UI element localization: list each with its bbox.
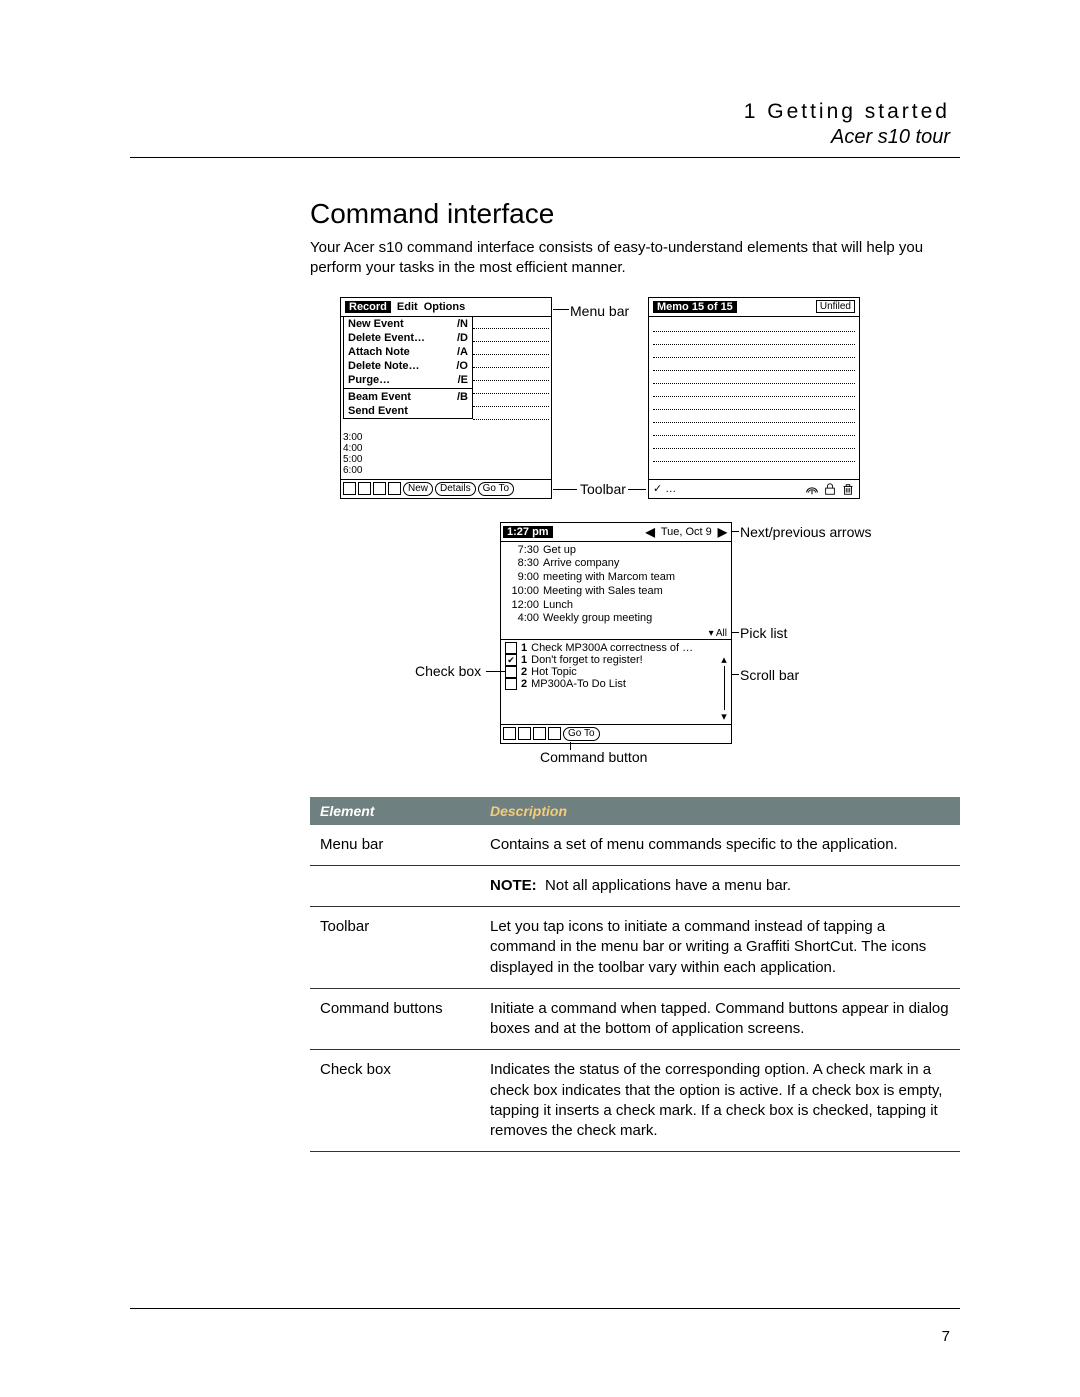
label-toolbar: Toolbar [580,481,626,497]
menu-item-purge[interactable]: Purge…/E [344,373,472,387]
clock-display: 1:27 pm [503,526,553,538]
menu-item-beam-event[interactable]: Beam Event/B [344,390,472,404]
note-label: NOTE: [490,877,537,894]
menu-item-delete-note[interactable]: Delete Note…/O [344,359,472,373]
datebook-toolbar: New Details Go To [341,479,551,498]
datebook-screenshot: Record Edit Options New Event/N Delete E… [340,297,552,499]
element-description-table: Element Description Menu bar Contains a … [310,797,960,1153]
page-header: 1 Getting started Acer s10 tour [130,100,950,149]
record-menu-dropdown: New Event/N Delete Event…/D Attach Note/… [343,316,473,419]
menu-item-send-event[interactable]: Send Event [344,404,472,418]
check-box[interactable] [505,666,517,678]
section-intro: Your Acer s10 command interface consists… [310,238,960,279]
manual-page: 1 Getting started Acer s10 tour Command … [0,0,1080,1397]
memo-screenshot: Memo 15 of 15 Unfiled ✓ … [648,297,860,499]
day-slots [473,316,549,420]
prev-arrow[interactable]: ◀ [644,525,657,539]
memo-body[interactable] [649,317,859,464]
agenda-list: 7:30Get up 8:30Arrive company 9:00meetin… [501,542,731,629]
pick-list[interactable]: ▾ All [501,628,731,639]
check-box[interactable] [505,642,517,654]
table-note-row: NOTE: Not all applications have a menu b… [310,865,960,906]
header-rule [130,157,960,158]
table-row: Menu bar Contains a set of menu commands… [310,825,960,866]
todo-item[interactable]: 2MP300A-To Do List [505,678,727,690]
label-scroll-bar: Scroll bar [740,667,799,683]
todo-item[interactable]: 1Check MP300A correctness of … [505,642,727,654]
label-check-box: Check box [415,663,481,679]
label-menu-bar: Menu bar [570,303,629,319]
menu-options[interactable]: Options [424,301,466,313]
col-element: Element [310,797,480,825]
page-number: 7 [942,1328,950,1345]
lock-icon[interactable] [823,482,837,496]
view-icon[interactable] [358,482,371,495]
memo-title: Memo 15 of 15 [653,301,737,313]
agenda-toolbar: Go To [501,724,731,743]
view-icon[interactable] [533,727,546,740]
scroll-up-icon[interactable]: ▴ [721,653,727,666]
scroll-track [724,666,725,710]
menu-bar[interactable]: Record Edit Options [341,298,551,317]
menu-edit[interactable]: Edit [397,301,418,313]
todo-item[interactable]: ✔1Don't forget to register! [505,654,727,666]
check-box[interactable]: ✔ [505,654,517,666]
chapter-subtitle: Acer s10 tour [130,126,950,149]
view-icon[interactable] [373,482,386,495]
view-icon[interactable] [548,727,561,740]
view-icon[interactable] [518,727,531,740]
goto-button[interactable]: Go To [563,727,600,741]
check-box[interactable] [505,678,517,690]
screenshots-area: Record Edit Options New Event/N Delete E… [310,297,960,787]
view-icon[interactable] [388,482,401,495]
goto-button[interactable]: Go To [478,482,515,496]
date-display: Tue, Oct 9 [661,526,712,538]
todo-item[interactable]: 2Hot Topic [505,666,727,678]
time-column: 3:00 4:00 5:00 6:00 [343,432,362,476]
footer-rule [130,1308,960,1309]
menu-item-new-event[interactable]: New Event/N [344,317,472,331]
view-icon[interactable] [503,727,516,740]
new-button[interactable]: New [403,482,433,496]
agenda-titlebar: 1:27 pm ◀ Tue, Oct 9 ▶ [501,523,731,542]
category-selector[interactable]: Unfiled [816,300,855,313]
scroll-down-icon[interactable]: ▾ [721,710,727,723]
details-button[interactable]: Details [435,482,476,496]
label-command-button: Command button [540,749,647,765]
todo-list: 1Check MP300A correctness of … ✔1Don't f… [501,639,731,692]
label-pick-list: Pick list [740,625,787,641]
col-description: Description [480,797,960,825]
next-arrow[interactable]: ▶ [716,525,729,539]
content-area: Command interface Your Acer s10 command … [310,198,960,1152]
agenda-screenshot: 1:27 pm ◀ Tue, Oct 9 ▶ 7:30Get up 8:30Ar… [500,522,732,744]
menu-item-delete-event[interactable]: Delete Event…/D [344,331,472,345]
scroll-bar[interactable]: ▴ ▾ [719,653,729,723]
label-next-prev: Next/previous arrows [740,524,872,540]
chapter-title: 1 Getting started [130,100,950,124]
trash-icon[interactable] [841,482,855,496]
table-header: Element Description [310,797,960,825]
menu-record[interactable]: Record [345,301,391,313]
view-icon[interactable] [343,482,356,495]
menu-item-attach-note[interactable]: Attach Note/A [344,345,472,359]
table-row: Check box Indicates the status of the co… [310,1050,960,1152]
memo-toolbar: ✓ … [649,479,859,498]
memo-titlebar: Memo 15 of 15 Unfiled [649,298,859,317]
table-row: Command buttons Initiate a command when … [310,988,960,1050]
done-icon[interactable]: ✓ … [653,482,676,495]
beam-icon[interactable] [805,482,819,496]
table-row: Toolbar Let you tap icons to initiate a … [310,907,960,989]
note-text: Not all applications have a menu bar. [545,877,791,894]
section-title: Command interface [310,198,960,230]
